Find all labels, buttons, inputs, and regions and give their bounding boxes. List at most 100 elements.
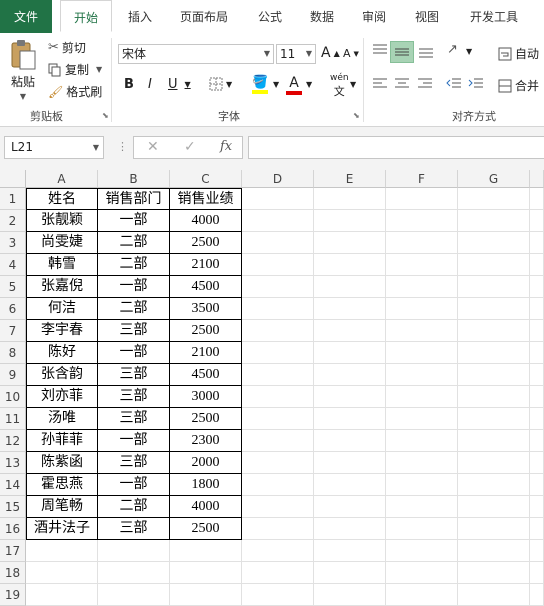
tab-view[interactable]: 视图 — [405, 0, 449, 33]
table-cell[interactable]: 二部 — [98, 496, 170, 518]
cell[interactable] — [242, 364, 314, 386]
row-header-2[interactable]: 2 — [0, 210, 26, 232]
cell[interactable] — [386, 298, 458, 320]
cell[interactable] — [314, 496, 386, 518]
cell[interactable] — [314, 232, 386, 254]
align-top-icon[interactable] — [372, 43, 388, 57]
cell[interactable] — [458, 298, 530, 320]
table-cell[interactable]: 孙菲菲 — [26, 430, 98, 452]
cell[interactable] — [26, 562, 98, 584]
table-cell[interactable]: 2500 — [170, 320, 242, 342]
row-header-11[interactable]: 11 — [0, 408, 26, 430]
cell[interactable] — [242, 188, 314, 210]
tab-developer[interactable]: 开发工具 — [460, 0, 528, 33]
cell[interactable] — [458, 474, 530, 496]
row-header-17[interactable]: 17 — [0, 540, 26, 562]
select-all-corner[interactable] — [0, 170, 26, 188]
table-cell[interactable]: 霍思燕 — [26, 474, 98, 496]
row-header-4[interactable]: 4 — [0, 254, 26, 276]
cell[interactable] — [98, 540, 170, 562]
chevron-down-icon[interactable]: ▼ — [466, 47, 472, 56]
chevron-down-icon[interactable]: ▼ — [306, 80, 312, 89]
cell[interactable] — [530, 584, 544, 606]
table-cell[interactable]: 二部 — [98, 298, 170, 320]
cell[interactable] — [242, 210, 314, 232]
table-cell[interactable]: 一部 — [98, 276, 170, 298]
cell[interactable] — [314, 452, 386, 474]
cell[interactable] — [386, 276, 458, 298]
chevron-down-icon[interactable]: ▼ — [350, 80, 356, 89]
table-cell[interactable]: 3000 — [170, 386, 242, 408]
align-right-icon[interactable] — [417, 77, 433, 91]
copy-button[interactable]: 复制 ▼ — [48, 61, 102, 78]
cell[interactable] — [242, 474, 314, 496]
row-header-18[interactable]: 18 — [0, 562, 26, 584]
row-header-15[interactable]: 15 — [0, 496, 26, 518]
borders-button[interactable]: ▼ — [209, 77, 232, 91]
cell[interactable] — [530, 452, 544, 474]
font-size-select[interactable]: 11 ▼ — [276, 44, 316, 64]
row-header-10[interactable]: 10 — [0, 386, 26, 408]
font-launcher-icon[interactable]: ⬊ — [353, 111, 360, 120]
table-cell[interactable]: 一部 — [98, 210, 170, 232]
table-cell[interactable]: 三部 — [98, 452, 170, 474]
table-cell[interactable]: 3500 — [170, 298, 242, 320]
cell[interactable] — [458, 430, 530, 452]
cell[interactable] — [170, 540, 242, 562]
decrease-indent-icon[interactable] — [446, 77, 462, 91]
cell[interactable] — [386, 386, 458, 408]
cell[interactable] — [242, 430, 314, 452]
cell[interactable] — [386, 188, 458, 210]
font-color-button[interactable]: A — [286, 75, 302, 95]
table-cell[interactable]: 2300 — [170, 430, 242, 452]
cell[interactable] — [314, 364, 386, 386]
table-cell[interactable]: 一部 — [98, 430, 170, 452]
cell[interactable] — [530, 540, 544, 562]
cell[interactable] — [314, 408, 386, 430]
table-cell[interactable]: 2000 — [170, 452, 242, 474]
tab-formulas[interactable]: 公式 — [248, 0, 292, 33]
cell[interactable] — [458, 364, 530, 386]
table-cell[interactable]: 2500 — [170, 408, 242, 430]
cell[interactable] — [386, 408, 458, 430]
tab-insert[interactable]: 插入 — [118, 0, 162, 33]
column-header-partial[interactable] — [530, 170, 544, 188]
cell[interactable] — [458, 408, 530, 430]
cell[interactable] — [386, 540, 458, 562]
cell[interactable] — [242, 254, 314, 276]
align-bottom-icon[interactable] — [418, 43, 434, 59]
column-header-f[interactable]: F — [386, 170, 458, 188]
cell[interactable] — [530, 298, 544, 320]
cell[interactable] — [458, 452, 530, 474]
chevron-down-icon[interactable]: ▼ — [93, 137, 99, 158]
table-cell[interactable]: 张嘉倪 — [26, 276, 98, 298]
cell[interactable] — [458, 254, 530, 276]
cell[interactable] — [314, 562, 386, 584]
cell[interactable] — [242, 276, 314, 298]
column-header-a[interactable]: A — [26, 170, 98, 188]
cell[interactable] — [314, 518, 386, 540]
cell[interactable] — [386, 474, 458, 496]
table-cell[interactable]: 2100 — [170, 254, 242, 276]
cell[interactable] — [242, 386, 314, 408]
cell[interactable] — [386, 562, 458, 584]
cell[interactable] — [530, 364, 544, 386]
cell[interactable] — [314, 210, 386, 232]
cell[interactable] — [242, 452, 314, 474]
cell[interactable] — [386, 452, 458, 474]
row-header-3[interactable]: 3 — [0, 232, 26, 254]
table-cell[interactable]: 韩雪 — [26, 254, 98, 276]
table-cell[interactable]: 三部 — [98, 408, 170, 430]
align-left-icon[interactable] — [372, 77, 388, 91]
cancel-icon[interactable]: ✕ — [147, 139, 159, 155]
row-header-19[interactable]: 19 — [0, 584, 26, 606]
cell[interactable] — [530, 276, 544, 298]
table-cell[interactable]: 4500 — [170, 276, 242, 298]
cell[interactable] — [458, 276, 530, 298]
row-header-1[interactable]: 1 — [0, 188, 26, 210]
cell[interactable] — [98, 562, 170, 584]
cell[interactable] — [530, 232, 544, 254]
cell[interactable] — [242, 408, 314, 430]
table-cell[interactable]: 李宇春 — [26, 320, 98, 342]
italic-button[interactable]: I — [148, 77, 152, 92]
